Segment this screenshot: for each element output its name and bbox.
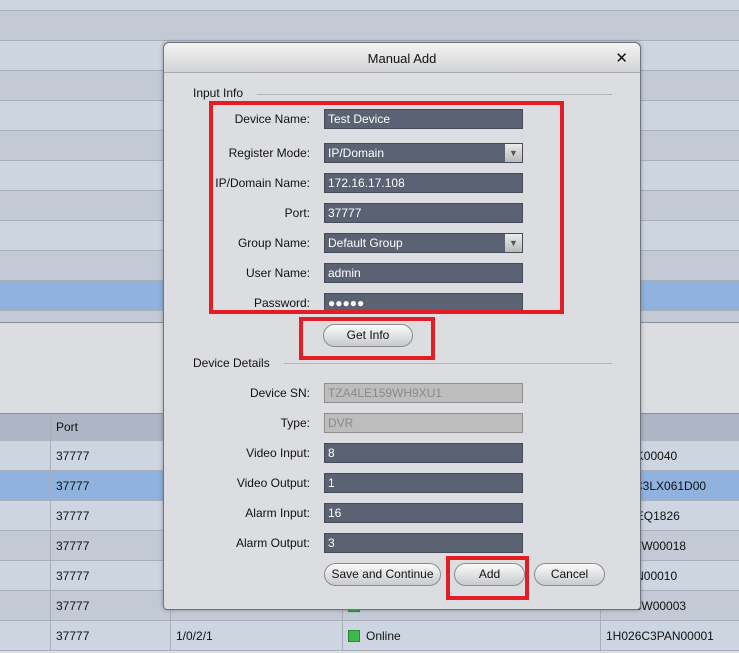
field-label: Type: [280, 416, 310, 430]
table-cell [0, 561, 50, 590]
table-cell [0, 471, 50, 500]
table-cell-c3: 1/0/2/1 [170, 621, 342, 650]
cell-text: 1/0/2/1 [176, 629, 213, 643]
text-input[interactable]: 8 [324, 443, 523, 463]
field-label: Device SN: [249, 386, 310, 400]
cell-text: 37777 [56, 449, 90, 463]
table-cell [0, 501, 50, 530]
table-cell [0, 531, 50, 560]
field-value: 1 [328, 476, 335, 490]
text-input: TZA4LE159WH9XU1 [324, 383, 523, 403]
table-cell [0, 621, 50, 650]
table-cell-port: 37777 [50, 591, 170, 620]
table-cell-port: 37777 [50, 531, 170, 560]
dialog-title: Manual Add [164, 43, 640, 73]
cell-text: 37777 [56, 599, 90, 613]
table-row[interactable]: 37777 1/0/2/1 Online 1H026C3PAN00001 [0, 621, 739, 651]
field-label: Video Input: [246, 446, 310, 460]
list-row[interactable] [0, 0, 739, 11]
field-value: 8 [328, 446, 335, 460]
cancel-button[interactable]: Cancel [534, 563, 605, 586]
column-header-port[interactable]: Port [50, 414, 170, 441]
online-status-icon [348, 630, 360, 642]
close-icon[interactable]: ✕ [615, 49, 628, 67]
table-cell-port: 37777 [50, 561, 170, 590]
text-input: DVR [324, 413, 523, 433]
highlight-add [446, 556, 529, 600]
field-value: TZA4LE159WH9XU1 [328, 386, 443, 400]
field-value: 16 [328, 506, 342, 520]
field-value: 3 [328, 536, 335, 550]
cell-text: 37777 [56, 569, 90, 583]
field-label: Video Output: [236, 476, 310, 490]
text-input[interactable]: 3 [324, 533, 523, 553]
divider [257, 94, 612, 95]
cell-text: 37777 [56, 509, 90, 523]
column-header[interactable] [0, 414, 50, 441]
input-info-heading: Input Info [193, 86, 244, 100]
save-and-continue-button[interactable]: Save and Continue [324, 563, 441, 586]
device-details-heading: Device Details [193, 356, 270, 370]
cell-text: 1H026C3PAN00001 [606, 629, 714, 643]
highlight-get-info [299, 317, 435, 360]
cell-text: 37777 [56, 539, 90, 553]
cell-text: 37777 [56, 629, 90, 643]
cell-text: 37777 [56, 479, 90, 493]
divider [284, 363, 612, 364]
cell-text: Online [366, 629, 401, 643]
table-cell [0, 441, 50, 470]
table-cell [0, 591, 50, 620]
text-input[interactable]: 16 [324, 503, 523, 523]
field-value: DVR [328, 416, 354, 430]
table-cell-port: 37777 [50, 441, 170, 470]
table-cell-sn: 1H026C3PAN00001 [600, 621, 739, 650]
text-input[interactable]: 1 [324, 473, 523, 493]
field-label: Alarm Input: [245, 506, 310, 520]
field-label: Alarm Output: [235, 536, 310, 550]
list-row[interactable] [0, 11, 739, 41]
table-cell-port: 37777 [50, 471, 170, 500]
highlight-input-fields [209, 101, 564, 314]
table-cell-port: 37777 [50, 501, 170, 530]
table-cell-port: 37777 [50, 621, 170, 650]
table-cell-c4: Online [342, 621, 600, 650]
